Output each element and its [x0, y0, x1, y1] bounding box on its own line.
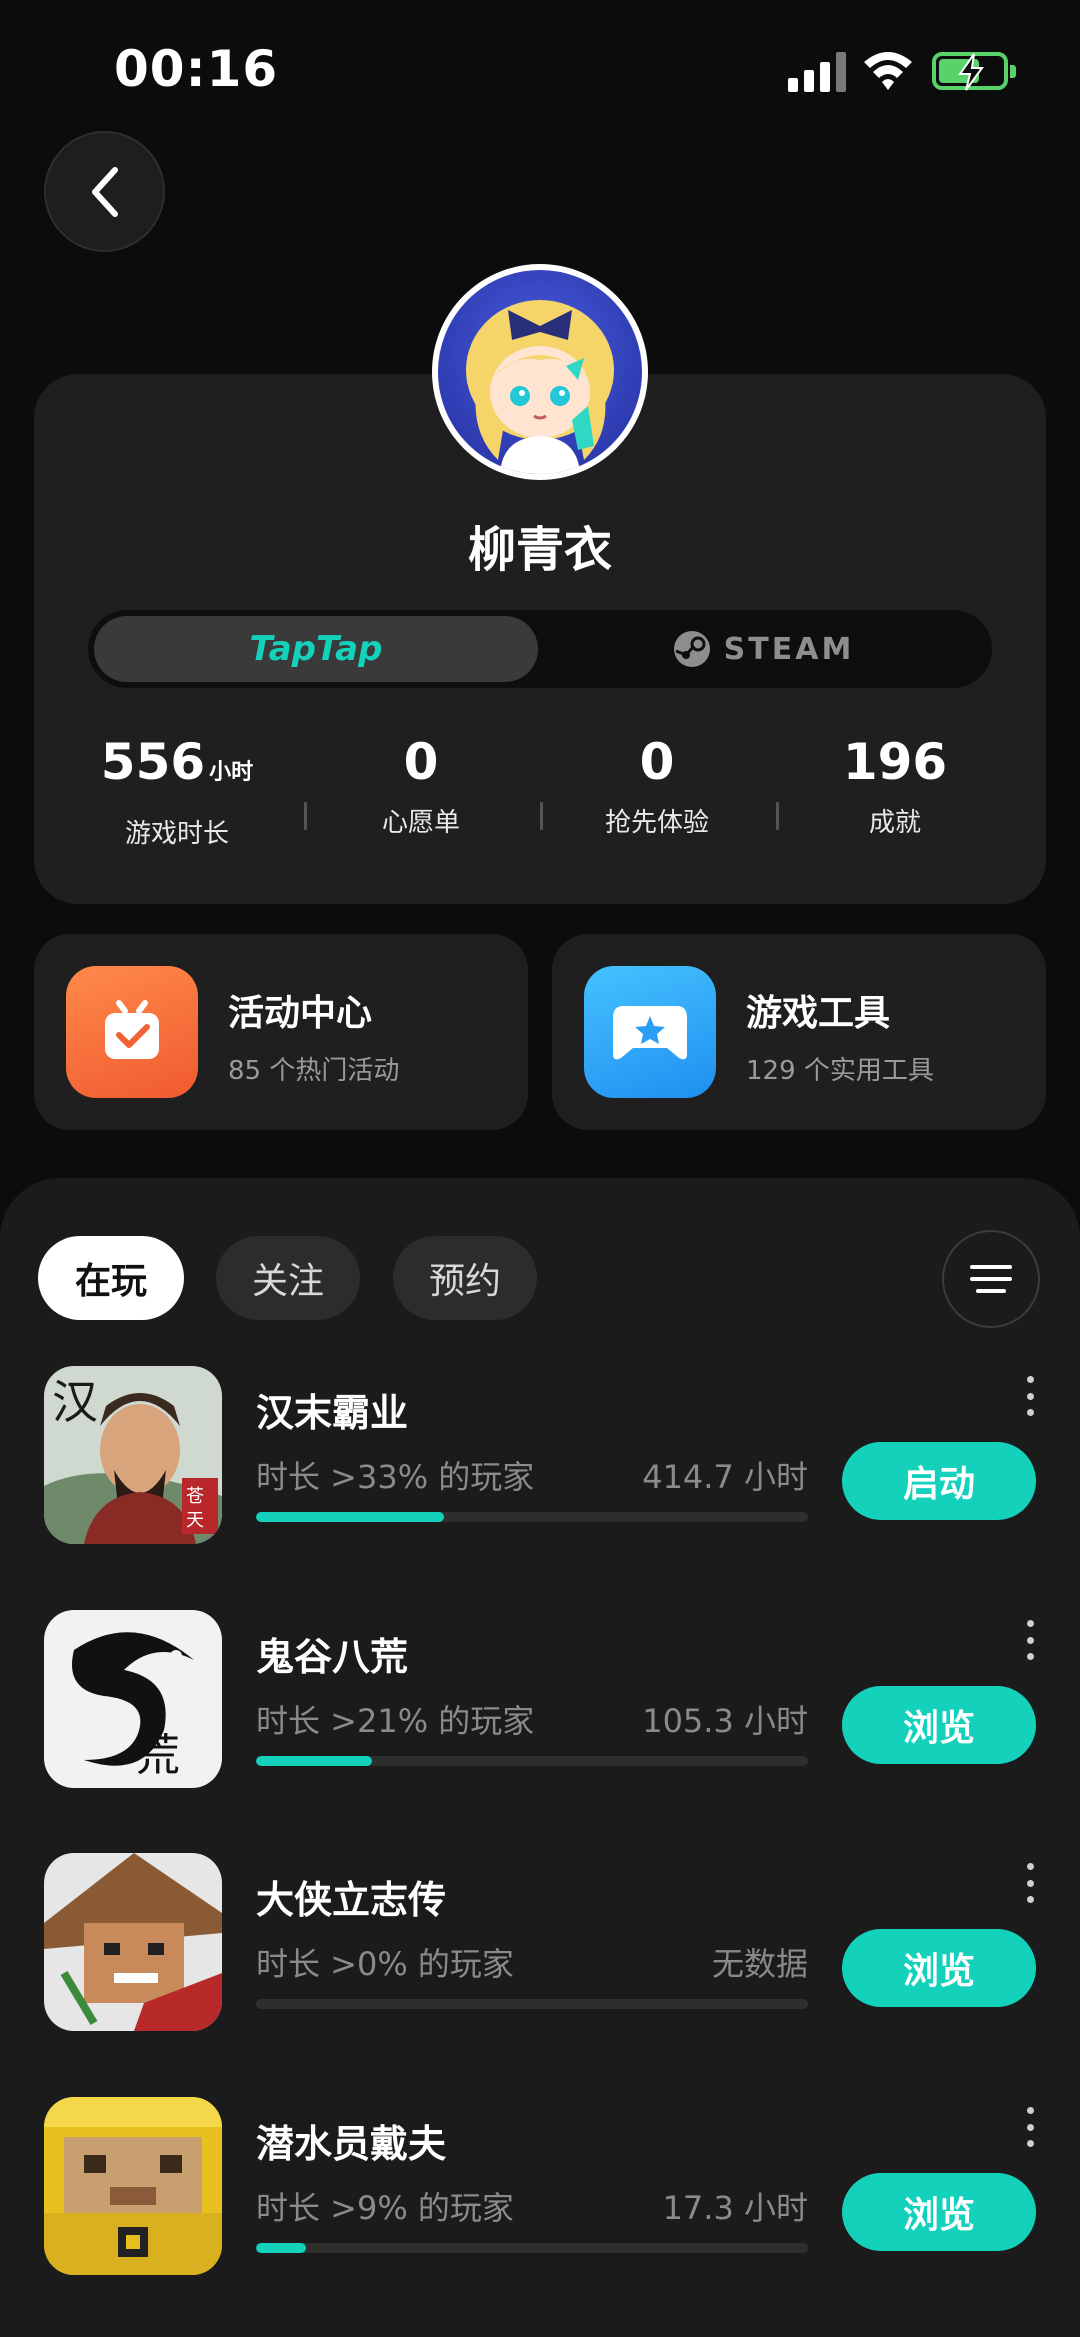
svg-text:天: 天 [186, 1510, 204, 1531]
game-percentile: 时长 >0% 的玩家 [256, 1945, 514, 1983]
game-hours: 17.3 小时 [662, 2189, 808, 2227]
playtime-progress-bar [256, 1512, 808, 1522]
browse-button[interactable]: 浏览 [842, 1686, 1036, 1764]
game-hours: 105.3 小时 [642, 1702, 808, 1740]
game-name: 鬼谷八荒 [256, 1635, 409, 1679]
feature-title: 游戏工具 [746, 993, 891, 1034]
game-icon-guigu[interactable]: 荒 [44, 1610, 222, 1788]
username: 柳青衣 [467, 522, 612, 578]
stat-label: 游戏时长 [124, 819, 229, 849]
playtime-progress-bar [256, 1999, 808, 2009]
tab-steam-label: STEAM [723, 631, 855, 667]
tab-playing[interactable]: 在玩 [38, 1236, 184, 1320]
stat-value: 0 [639, 733, 675, 791]
game-row[interactable]: 大侠立志传 时长 >0% 的玩家 无数据 浏览 [0, 1853, 1080, 2053]
cellular-signal-icon [788, 52, 846, 92]
svg-text:苍: 苍 [186, 1486, 204, 1507]
game-row[interactable]: 潜水员戴夫 时长 >9% 的玩家 17.3 小时 浏览 [0, 2097, 1080, 2297]
browse-button[interactable]: 浏览 [842, 1929, 1036, 2007]
game-row[interactable]: 荒 鬼谷八荒 时长 >21% 的玩家 105.3 小时 浏览 [0, 1610, 1080, 1810]
back-button[interactable] [44, 131, 165, 252]
calendar-check-icon [66, 966, 198, 1098]
more-options-icon[interactable] [1024, 1376, 1036, 1416]
stat-label: 抢先体验 [604, 808, 709, 838]
chevron-left-icon [91, 166, 118, 217]
browse-button[interactable]: 浏览 [842, 2173, 1036, 2251]
feature-subtitle: 129 个实用工具 [746, 1056, 934, 1086]
game-name: 潜水员戴夫 [256, 2122, 447, 2166]
game-name: 大侠立志传 [256, 1878, 447, 1922]
steam-icon [673, 631, 710, 667]
wifi-icon [864, 52, 912, 90]
avatar[interactable] [432, 264, 648, 480]
game-percentile: 时长 >9% 的玩家 [256, 2189, 514, 2227]
stat-achievements[interactable]: 196 成就 [777, 730, 1013, 839]
playtime-progress-bar [256, 2243, 808, 2253]
stat-value: 0 [403, 733, 439, 791]
stat-label: 成就 [868, 808, 921, 838]
game-icon-hanmo[interactable]: 汉 苍 天 [44, 1366, 222, 1544]
tab-following[interactable]: 关注 [216, 1236, 360, 1320]
playtime-progress-bar [256, 1756, 808, 1766]
stat-play-time[interactable]: 556 小时 游戏时长 [59, 730, 295, 850]
stat-value: 196 [842, 733, 948, 791]
activity-center-card[interactable]: 活动中心 85 个热门活动 [34, 934, 528, 1130]
svg-text:汉: 汉 [52, 1375, 98, 1429]
tab-reserved[interactable]: 预约 [393, 1236, 537, 1320]
filter-button[interactable] [942, 1230, 1040, 1328]
launch-button[interactable]: 启动 [842, 1442, 1036, 1520]
game-percentile: 时长 >21% 的玩家 [256, 1702, 535, 1740]
game-tools-card[interactable]: 游戏工具 129 个实用工具 [552, 934, 1046, 1130]
status-time: 00:16 [114, 40, 279, 98]
more-options-icon[interactable] [1024, 2107, 1036, 2147]
more-options-icon[interactable] [1024, 1620, 1036, 1660]
feature-title: 活动中心 [228, 993, 373, 1034]
game-icon-dave[interactable] [44, 2097, 222, 2275]
gamepad-icon [584, 966, 716, 1098]
game-percentile: 时长 >33% 的玩家 [256, 1458, 535, 1496]
stat-unit: 小时 [209, 760, 254, 785]
battery-icon [932, 52, 1016, 91]
stats-row: 556 小时 游戏时长 0 心愿单 0 抢先体验 196 成就 [34, 730, 1046, 850]
svg-text:荒: 荒 [136, 1730, 180, 1781]
status-bar: 00:16 [0, 0, 1080, 140]
stat-early-access[interactable]: 0 抢先体验 [539, 730, 775, 839]
stat-value: 556 [100, 733, 206, 791]
tab-steam[interactable]: STEAM [540, 616, 986, 682]
feature-subtitle: 85 个热门活动 [228, 1056, 400, 1086]
more-options-icon[interactable] [1024, 1863, 1036, 1903]
platform-tabs: TapTap STEAM [88, 610, 992, 688]
game-hours: 无数据 [711, 1945, 808, 1983]
stat-label: 心愿单 [381, 808, 460, 838]
game-icon-daxia[interactable] [44, 1853, 222, 2031]
game-hours: 414.7 小时 [642, 1458, 808, 1496]
tab-taptap[interactable]: TapTap [94, 616, 538, 682]
game-name: 汉末霸业 [256, 1391, 409, 1435]
game-row[interactable]: 汉 苍 天 汉末霸业 时长 >33% 的玩家 414.7 小时 启动 [0, 1366, 1080, 1566]
stat-wishlist[interactable]: 0 心愿单 [303, 730, 539, 839]
